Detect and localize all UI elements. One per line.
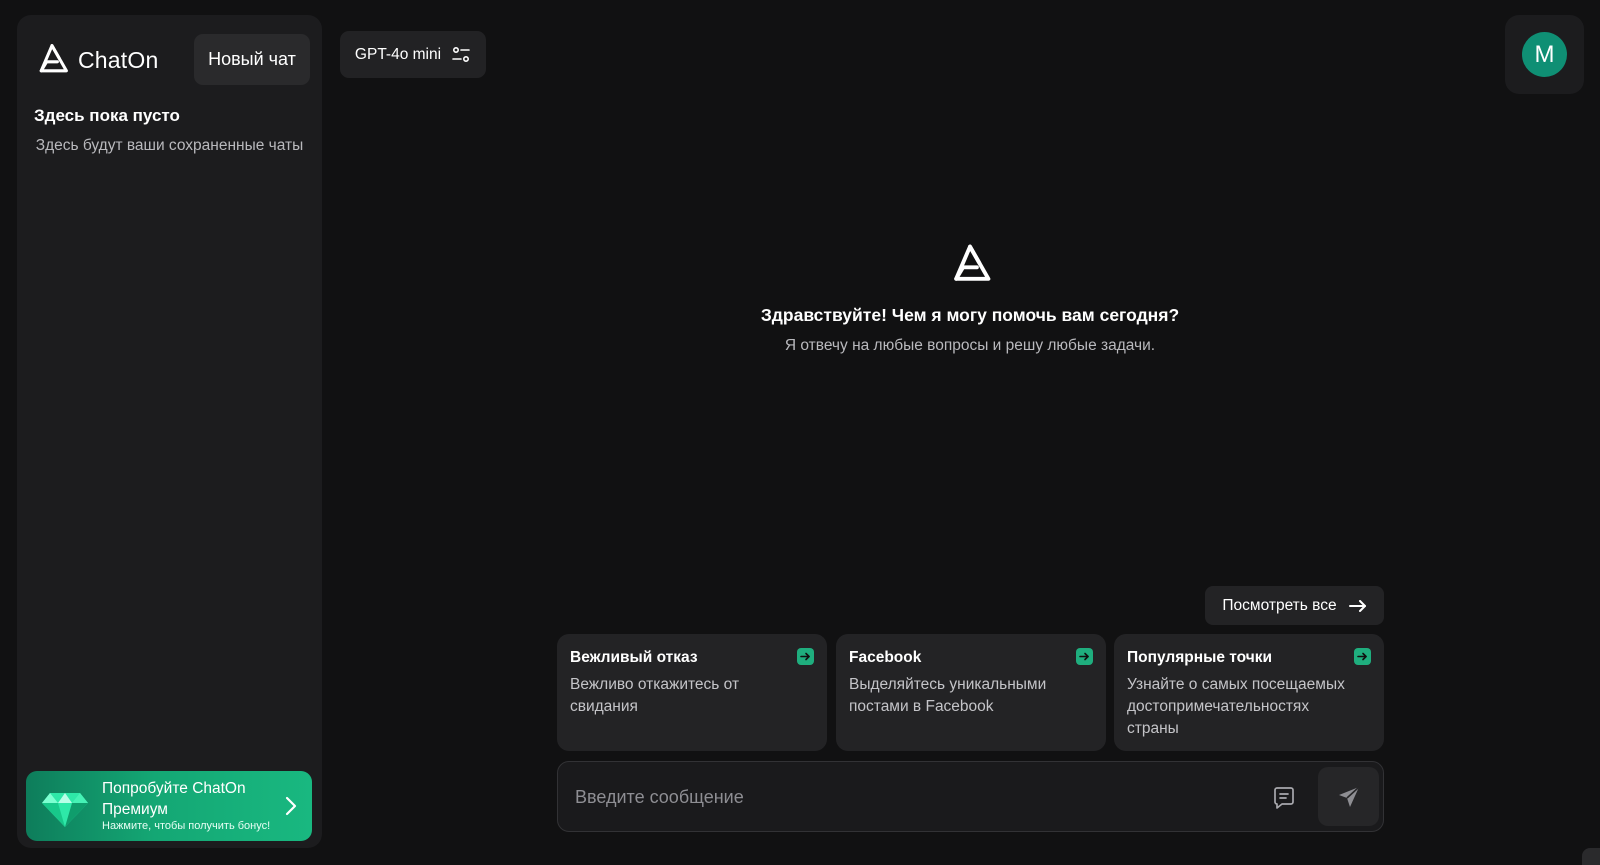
arrow-right-square-icon bbox=[1354, 648, 1371, 665]
suggestion-card-description: Вежливо откажитесь от свидания bbox=[570, 676, 740, 715]
premium-banner[interactable]: Попробуйте ChatOn Премиум Нажмите, чтобы… bbox=[26, 771, 312, 841]
message-composer bbox=[557, 761, 1384, 832]
chaton-logo-icon bbox=[39, 44, 68, 73]
arrow-right-square-icon bbox=[797, 648, 814, 665]
model-label: GPT-4o mini bbox=[354, 45, 442, 63]
suggestion-card-description: Узнайте о самых посещаемых достопримечат… bbox=[1127, 676, 1345, 737]
arrow-right-square-icon bbox=[1076, 648, 1093, 665]
profile-panel: M bbox=[1505, 15, 1584, 94]
welcome-title: Здравствуйте! Чем я могу помочь вам сего… bbox=[760, 305, 1180, 325]
suggestion-card-title: Популярные точки bbox=[1127, 649, 1273, 666]
diamond-icon bbox=[42, 793, 88, 827]
suggestion-card[interactable]: Facebook Выделяйтесь уникальными постами… bbox=[836, 634, 1106, 751]
chevron-right-icon bbox=[285, 796, 297, 816]
suggestion-card[interactable]: Популярные точки Узнайте о самых посещае… bbox=[1114, 634, 1384, 751]
brand[interactable]: ChatOn bbox=[34, 42, 158, 78]
sidebar: ChatOn Новый чат Здесь пока пусто Здесь … bbox=[17, 15, 322, 848]
suggestion-card-title: Facebook bbox=[849, 649, 922, 666]
see-all-label: Посмотреть все bbox=[1222, 596, 1337, 614]
new-chat-button[interactable]: Новый чат bbox=[194, 34, 310, 85]
app-window: ChatOn Новый чат Здесь пока пусто Здесь … bbox=[0, 0, 1600, 865]
welcome-subtitle: Я отвечу на любые вопросы и решу любые з… bbox=[784, 337, 1156, 354]
empty-state-subtitle: Здесь будут ваши сохраненные чаты bbox=[35, 137, 304, 154]
suggestion-card-description: Выделяйтесь уникальными постами в Facebo… bbox=[849, 676, 1047, 715]
resize-handle[interactable] bbox=[1582, 848, 1600, 865]
avatar[interactable]: M bbox=[1522, 32, 1567, 77]
sliders-icon bbox=[452, 46, 470, 62]
see-all-button[interactable]: Посмотреть все bbox=[1205, 586, 1384, 625]
prompt-list-icon[interactable] bbox=[1271, 784, 1297, 810]
empty-state-title: Здесь пока пусто bbox=[34, 106, 180, 125]
model-selector-button[interactable]: GPT-4o mini bbox=[340, 31, 486, 78]
suggestion-card[interactable]: Вежливый отказ Вежливо откажитесь от сви… bbox=[557, 634, 827, 751]
brand-name: ChatOn bbox=[78, 46, 159, 73]
suggestion-card-title: Вежливый отказ bbox=[570, 649, 698, 666]
arrow-right-icon bbox=[1348, 599, 1366, 612]
premium-subtitle: Нажмите, чтобы получить бонус! bbox=[102, 820, 271, 832]
premium-title: Попробуйте ChatOn Премиум bbox=[102, 780, 246, 818]
send-button[interactable] bbox=[1318, 767, 1379, 826]
chaton-logo-icon bbox=[954, 244, 991, 281]
message-input[interactable] bbox=[575, 780, 1215, 814]
paper-plane-icon bbox=[1338, 785, 1360, 807]
